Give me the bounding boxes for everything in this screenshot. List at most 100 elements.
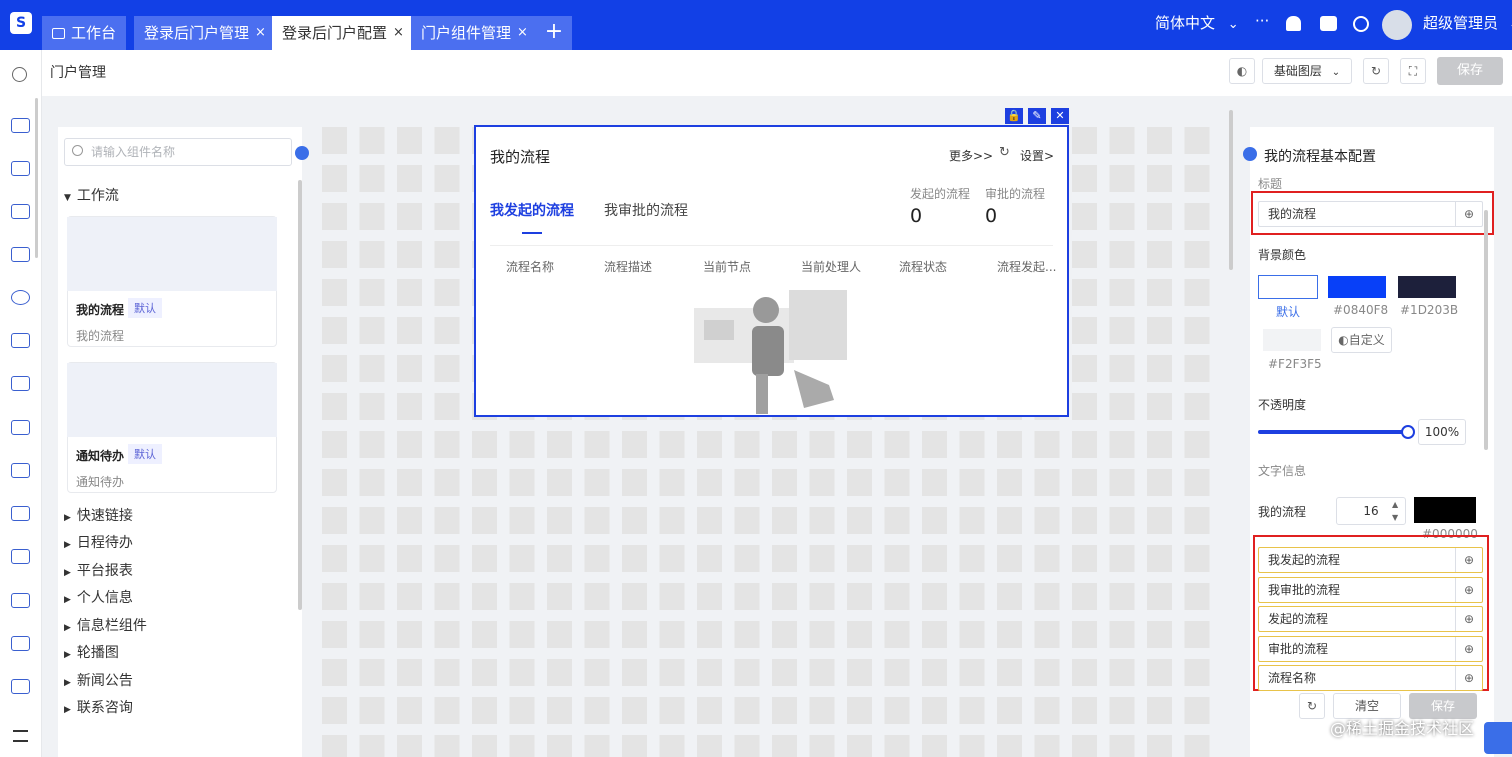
- play-icon[interactable]: [1353, 16, 1369, 32]
- swatch-navy[interactable]: [1398, 276, 1456, 298]
- more-icon[interactable]: ···: [1255, 12, 1269, 30]
- code-icon[interactable]: [11, 204, 30, 219]
- code-icon[interactable]: [11, 247, 30, 262]
- table-icon[interactable]: [11, 161, 30, 176]
- search-icon[interactable]: [12, 67, 27, 82]
- mail-icon[interactable]: [11, 376, 30, 391]
- language-select[interactable]: 简体中文 ⌄: [1155, 12, 1239, 33]
- tab-my-approval[interactable]: 我审批的流程: [604, 200, 688, 220]
- tree-group-item[interactable]: ▶ 个人信息: [64, 587, 133, 607]
- tree-group-label: 轮播图: [76, 645, 119, 661]
- settings-link[interactable]: 设置>: [1020, 147, 1054, 164]
- avatar[interactable]: [1382, 10, 1412, 40]
- title-input[interactable]: 我的流程 ⊕: [1258, 201, 1483, 227]
- active-tab-indicator: [522, 232, 542, 234]
- text-field[interactable]: 发起的流程 ⊕: [1258, 606, 1483, 632]
- tree-group-label: 新闻公告: [76, 673, 133, 689]
- text-field[interactable]: 流程名称 ⊕: [1258, 665, 1483, 691]
- opacity-value[interactable]: 100%: [1418, 419, 1466, 445]
- collapse-panel-icon[interactable]: [295, 146, 309, 160]
- tree-group-item[interactable]: ▶ 联系咨询: [64, 697, 133, 717]
- text-color-swatch[interactable]: [1414, 497, 1476, 523]
- swatch-default[interactable]: [1258, 275, 1318, 299]
- text-field[interactable]: 我发起的流程 ⊕: [1258, 547, 1483, 573]
- tab-my-initiated[interactable]: 我发起的流程: [490, 200, 574, 220]
- edit-icon[interactable]: ✎: [1028, 108, 1046, 124]
- divider: [490, 245, 1053, 246]
- close-icon[interactable]: ×: [517, 16, 528, 50]
- layer-select-value: 基础图层: [1273, 64, 1322, 78]
- globe-icon[interactable]: ⊕: [1455, 666, 1482, 690]
- layer-select[interactable]: 基础图层 ⌄: [1262, 58, 1352, 84]
- text-field[interactable]: 我审批的流程 ⊕: [1258, 577, 1483, 603]
- tree-group-item[interactable]: ▶ 平台报表: [64, 560, 133, 580]
- chart-icon[interactable]: [11, 636, 30, 651]
- layout-icon[interactable]: [11, 463, 30, 478]
- layout-icon[interactable]: [11, 679, 30, 694]
- image-icon[interactable]: [11, 549, 30, 564]
- add-tab-button[interactable]: +: [536, 16, 572, 50]
- scrollbar[interactable]: [1484, 210, 1488, 450]
- scrollbar[interactable]: [298, 180, 302, 610]
- more-link[interactable]: 更多>>: [949, 147, 993, 164]
- component-search-input[interactable]: 请输入组件名称: [64, 138, 292, 166]
- tree-group-label: 快速链接: [76, 508, 133, 524]
- tree-group-label: 联系咨询: [76, 700, 133, 716]
- palette-icon[interactable]: ◐: [1229, 58, 1255, 84]
- scrollbar[interactable]: [1229, 110, 1233, 270]
- scrollbar[interactable]: [35, 98, 38, 258]
- caret-right-icon: ▶: [64, 650, 71, 660]
- globe-icon[interactable]: ⊕: [1455, 607, 1482, 631]
- bell-icon[interactable]: [1286, 16, 1301, 31]
- code-icon[interactable]: [11, 118, 30, 133]
- app-logo-icon[interactable]: S: [10, 12, 32, 34]
- settings-icon[interactable]: [11, 290, 30, 305]
- column-header: 流程名称: [506, 260, 555, 274]
- close-icon[interactable]: ×: [255, 16, 266, 50]
- stepper-arrows-icon[interactable]: ▲ ▼: [1392, 498, 1398, 524]
- assistant-icon[interactable]: [1484, 722, 1512, 754]
- caret-down-icon: ▼: [64, 193, 71, 203]
- tree-group-item[interactable]: ▶ 信息栏组件: [64, 615, 147, 635]
- tree-group-workflow[interactable]: ▼ 工作流: [64, 185, 119, 205]
- column-header: 流程描述: [604, 260, 653, 274]
- shirt-icon[interactable]: [1320, 16, 1337, 31]
- monitor-icon: [52, 27, 65, 39]
- custom-color-button[interactable]: ◐自定义: [1331, 327, 1392, 353]
- tab-component-admin[interactable]: 门户组件管理 ×: [411, 16, 538, 50]
- tree-group-label: 个人信息: [76, 590, 133, 606]
- opacity-slider-handle[interactable]: [1401, 425, 1415, 439]
- opacity-slider-track[interactable]: [1258, 430, 1408, 434]
- text-field[interactable]: 审批的流程 ⊕: [1258, 636, 1483, 662]
- code-icon[interactable]: [11, 333, 30, 348]
- tab-workbench[interactable]: 工作台: [42, 16, 127, 50]
- tree-group-item[interactable]: ▶ 新闻公告: [64, 670, 133, 690]
- swatch-blue[interactable]: [1328, 276, 1386, 298]
- lock-icon[interactable]: 🔒: [1005, 108, 1023, 124]
- globe-icon[interactable]: ⊕: [1455, 637, 1482, 661]
- close-icon[interactable]: ✕: [1051, 108, 1069, 124]
- collapse-panel-icon[interactable]: [1243, 147, 1257, 161]
- user-menu[interactable]: 超级管理员 ⌄: [1423, 12, 1512, 33]
- save-button[interactable]: 保存: [1437, 57, 1503, 85]
- swatch-light-gray[interactable]: [1263, 329, 1321, 351]
- tab-portal-config[interactable]: 登录后门户配置 ×: [272, 16, 414, 50]
- refresh-icon[interactable]: ↻: [999, 145, 1010, 160]
- globe-icon[interactable]: ⊕: [1455, 578, 1482, 602]
- list-icon[interactable]: [11, 506, 30, 521]
- refresh-icon[interactable]: ↻: [1363, 58, 1389, 84]
- login-icon[interactable]: [11, 593, 30, 608]
- tree-group-item[interactable]: ▶ 日程待办: [64, 532, 133, 552]
- camera-icon[interactable]: [11, 420, 30, 435]
- close-icon[interactable]: ×: [393, 16, 404, 50]
- globe-icon[interactable]: ⊕: [1455, 548, 1482, 572]
- title-input-value: 我的流程: [1268, 207, 1317, 221]
- tree-group-item[interactable]: ▶ 快速链接: [64, 505, 133, 525]
- tab-portal-admin[interactable]: 登录后门户管理 ×: [134, 16, 276, 50]
- menu-collapse-icon[interactable]: [13, 730, 28, 742]
- globe-icon[interactable]: ⊕: [1455, 202, 1482, 226]
- reset-icon[interactable]: ↻: [1299, 693, 1325, 719]
- tree-group-item[interactable]: ▶ 轮播图: [64, 642, 119, 662]
- fullscreen-icon[interactable]: ⛶: [1400, 58, 1426, 84]
- card-title: 我的流程: [76, 303, 125, 317]
